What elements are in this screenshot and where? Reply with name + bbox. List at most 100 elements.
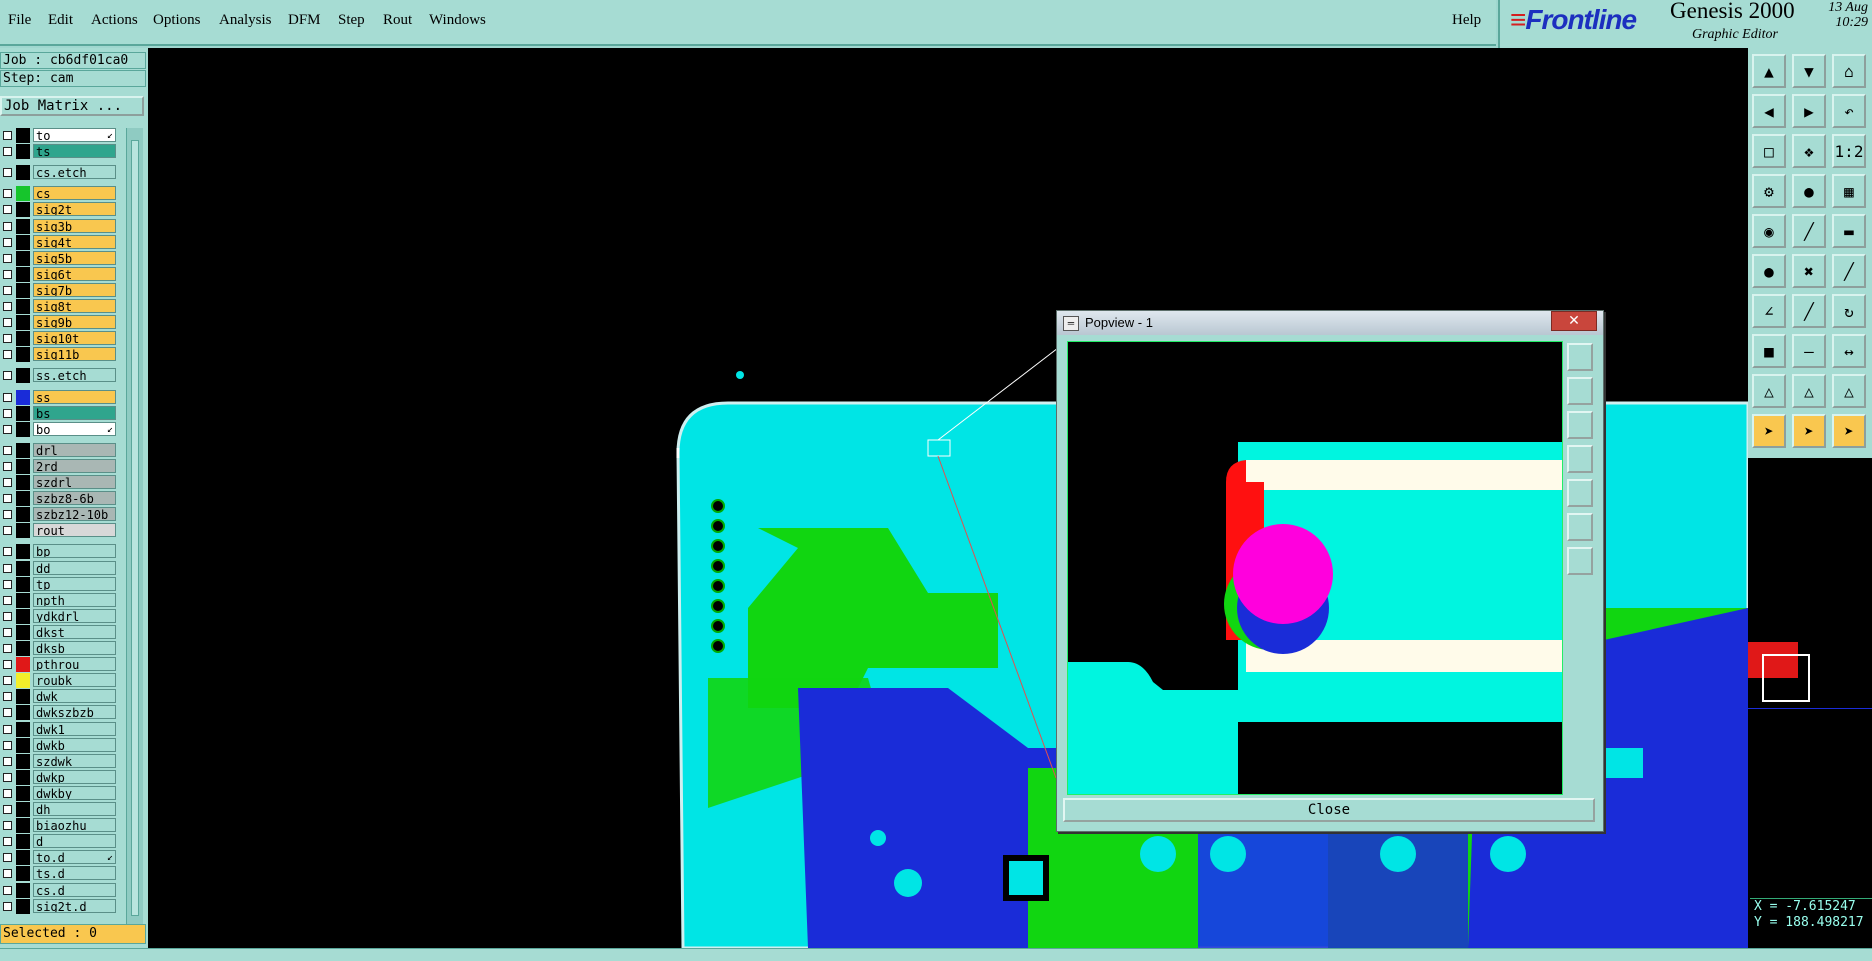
layer-checkbox[interactable] <box>3 740 12 750</box>
layer-row-szdrl[interactable]: szdrl <box>0 475 118 490</box>
layer-name[interactable]: sig7b <box>33 282 116 297</box>
layer-color-swatch[interactable] <box>16 282 30 298</box>
layer-row-szdwk[interactable]: szdwk <box>0 753 118 769</box>
layer-name[interactable]: npth <box>33 592 116 607</box>
layer-color-swatch[interactable] <box>16 576 30 592</box>
layer-name[interactable]: 2rd <box>33 458 116 473</box>
layer-checkbox[interactable] <box>3 253 12 263</box>
layer-color-swatch[interactable] <box>16 507 30 523</box>
rotate-icon[interactable]: ↻ <box>1832 294 1866 328</box>
layer-row-sig4t[interactable]: sig4t <box>0 234 118 250</box>
layer-row-roubk[interactable]: roubk <box>0 673 118 689</box>
layer-checkbox[interactable] <box>3 676 12 686</box>
stretch-icon[interactable]: ↔ <box>1832 334 1866 368</box>
layer-name[interactable]: cs.d <box>33 882 116 897</box>
pad-red-icon[interactable]: ■ <box>1752 334 1786 368</box>
layer-checkbox[interactable] <box>3 805 12 814</box>
layer-name[interactable]: dh <box>33 802 116 816</box>
layer-checkbox[interactable] <box>3 205 12 215</box>
layer-checkbox[interactable] <box>3 708 12 718</box>
layer-color-swatch[interactable] <box>16 405 30 421</box>
layer-row-pthrou[interactable]: pthrou <box>0 657 118 673</box>
layer-name[interactable]: sig5b <box>33 250 116 265</box>
layer-color-swatch[interactable] <box>16 250 30 266</box>
layer-name[interactable]: dwkszbzb <box>33 705 116 720</box>
job-matrix-button[interactable]: Job Matrix ... <box>0 96 144 116</box>
angle-icon[interactable]: ∠ <box>1752 294 1786 328</box>
menu-rout[interactable]: Rout <box>383 12 412 29</box>
layer-checkbox[interactable] <box>3 547 12 557</box>
layer-checkbox[interactable] <box>3 334 12 344</box>
layer-name[interactable]: bp <box>33 544 116 559</box>
layer-color-swatch[interactable] <box>16 737 30 753</box>
select-pad-icon[interactable]: ◉ <box>1752 214 1786 248</box>
popview-tool-5[interactable] <box>1567 479 1593 507</box>
layer-checkbox[interactable] <box>3 885 12 895</box>
layer-checkbox[interactable] <box>3 189 12 199</box>
layer-row-szbz12-10b[interactable]: szbz12-10b <box>0 507 118 523</box>
layer-name[interactable]: szbz8-6b <box>33 491 116 506</box>
layer-name[interactable]: ts.d <box>33 866 116 881</box>
layer-name[interactable]: dwkp <box>33 769 116 784</box>
layer-name[interactable]: szdwk <box>33 753 116 768</box>
popview-tool-2[interactable] <box>1567 377 1593 405</box>
layer-checkbox[interactable] <box>3 302 12 311</box>
popview-canvas[interactable] <box>1067 341 1563 795</box>
layer-color-swatch[interactable] <box>16 898 30 914</box>
layer-row-dd[interactable]: dd <box>0 560 118 576</box>
layer-color-swatch[interactable] <box>16 641 30 656</box>
layer-row-bo[interactable]: bo <box>0 421 118 437</box>
layer-name[interactable]: sig9b <box>33 315 116 330</box>
layer-row-dwkp[interactable]: dwkp <box>0 769 118 785</box>
minus-icon[interactable]: — <box>1792 334 1826 368</box>
layer-color-swatch[interactable] <box>16 753 30 769</box>
draw-line-icon[interactable]: ╱ <box>1792 214 1826 248</box>
layer-name[interactable]: dwkby <box>33 785 116 800</box>
layer-row-rout[interactable]: rout <box>0 523 118 539</box>
layer-name[interactable]: drl <box>33 442 116 457</box>
scale-1-2-icon[interactable]: 1:2 <box>1832 134 1866 168</box>
layer-color-swatch[interactable] <box>16 834 30 850</box>
layer-color-swatch[interactable] <box>16 186 30 202</box>
layer-color-swatch[interactable] <box>16 721 30 737</box>
layer-color-swatch[interactable] <box>16 421 30 437</box>
layer-row-bs[interactable]: bs <box>0 405 118 421</box>
layer-checkbox[interactable] <box>3 660 12 670</box>
layer-row-cs-etch[interactable]: cs.etch <box>0 165 118 181</box>
layer-color-swatch[interactable] <box>16 299 30 314</box>
layer-checkbox[interactable] <box>3 350 12 360</box>
menu-actions[interactable]: Actions <box>91 12 138 29</box>
menu-file[interactable]: File <box>8 12 31 29</box>
triangle-b-icon[interactable]: △ <box>1832 374 1866 408</box>
layer-row-ts-d[interactable]: ts.d <box>0 866 118 882</box>
layer-checkbox[interactable] <box>3 147 12 157</box>
layer-name[interactable]: rout <box>33 523 116 538</box>
layer-row-sig6t[interactable]: sig6t <box>0 266 118 282</box>
layer-row-szbz8-6b[interactable]: szbz8-6b <box>0 491 118 507</box>
snap-icon[interactable]: ⚙ <box>1752 174 1786 208</box>
popview-close-button[interactable]: Close <box>1063 798 1595 822</box>
layer-row-dkst[interactable]: dkst <box>0 624 118 640</box>
undo-view-icon[interactable]: ↶ <box>1832 94 1866 128</box>
menu-step[interactable]: Step <box>338 12 365 29</box>
layer-row-dh[interactable]: dh <box>0 802 118 817</box>
layer-row-dwkszbzb[interactable]: dwkszbzb <box>0 705 118 721</box>
layer-color-swatch[interactable] <box>16 144 30 160</box>
layer-checkbox[interactable] <box>3 131 12 140</box>
menu-dfm[interactable]: DFM <box>288 12 321 29</box>
layer-checkbox[interactable] <box>3 692 12 702</box>
layer-color-swatch[interactable] <box>16 544 30 560</box>
layer-row-ss-etch[interactable]: ss.etch <box>0 368 118 384</box>
measure-pad-icon[interactable]: ● <box>1792 174 1826 208</box>
layer-checkbox[interactable] <box>3 285 12 295</box>
menu-help[interactable]: Help <box>1452 12 1481 29</box>
layer-color-swatch[interactable] <box>16 818 30 834</box>
layer-color-swatch[interactable] <box>16 689 30 705</box>
menu-options[interactable]: Options <box>153 12 201 29</box>
layer-row-sig5b[interactable]: sig5b <box>0 250 118 266</box>
layer-checkbox[interactable] <box>3 392 12 402</box>
layer-color-swatch[interactable] <box>16 475 30 490</box>
layer-color-swatch[interactable] <box>16 234 30 250</box>
step-left-icon[interactable]: ◀ <box>1752 94 1786 128</box>
layer-row-dwk1[interactable]: dwk1 <box>0 721 118 737</box>
